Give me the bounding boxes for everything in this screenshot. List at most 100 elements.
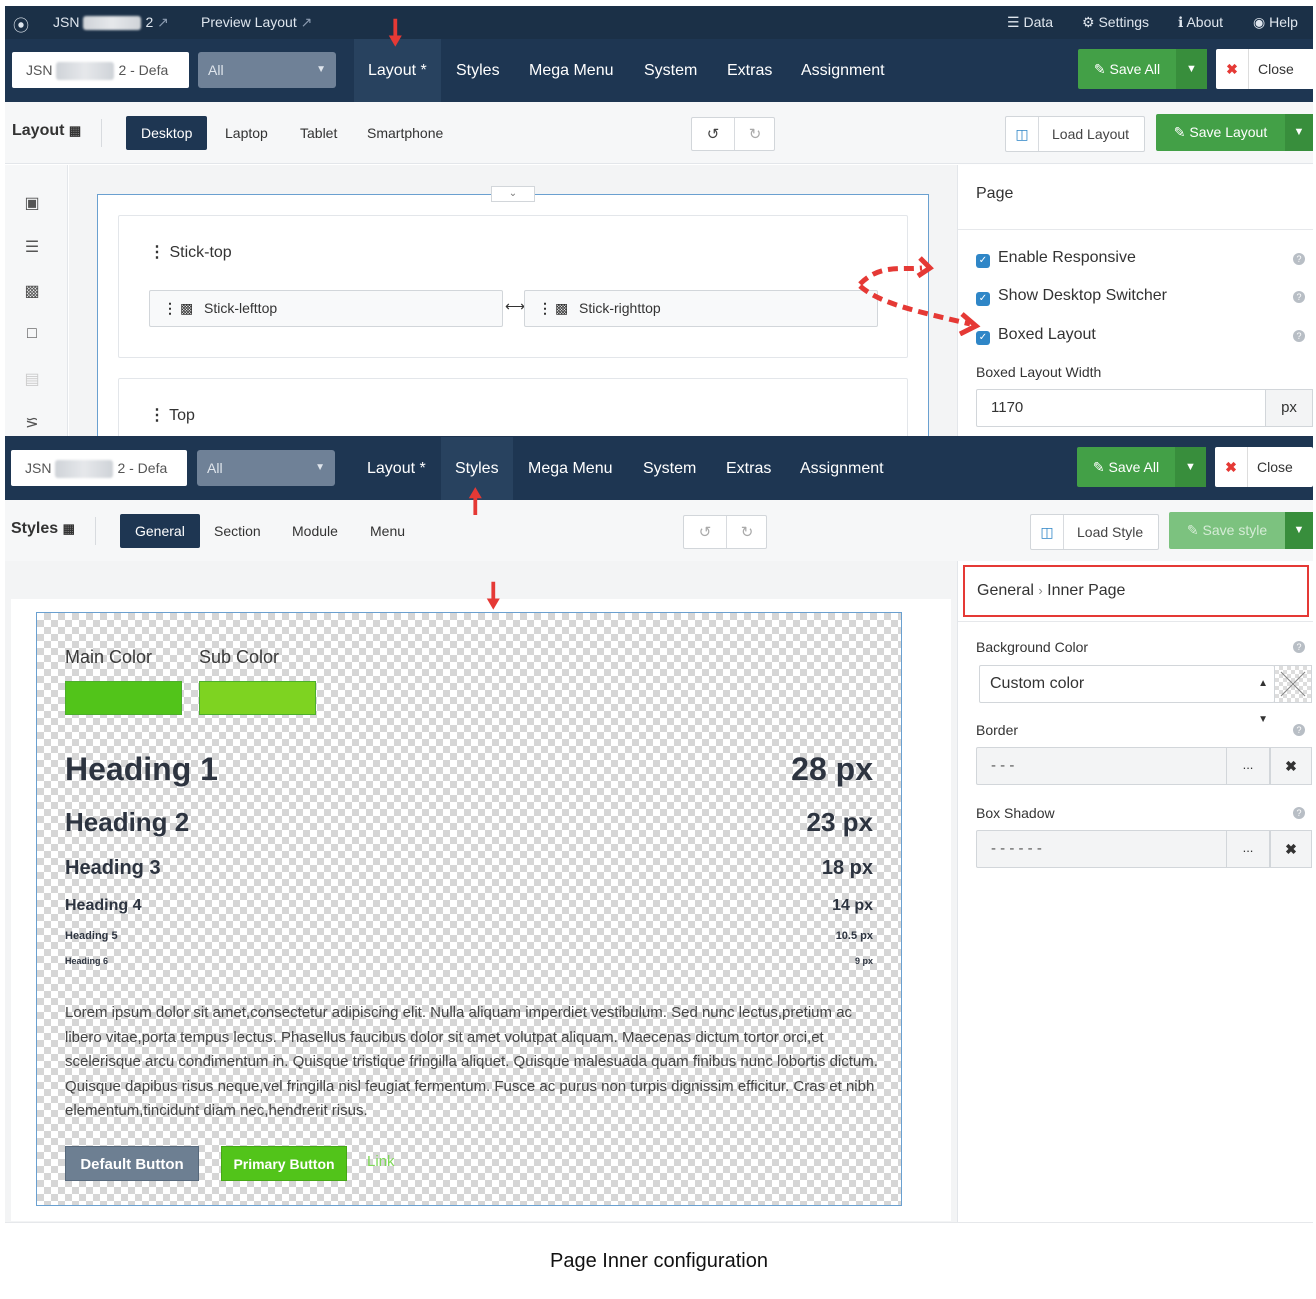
tab-mega-menu[interactable]: Mega Menu — [515, 39, 628, 102]
about-label: About — [1186, 14, 1224, 30]
device-laptop[interactable]: Laptop — [210, 116, 283, 150]
share-icon[interactable]: ⪞ — [21, 413, 43, 433]
border-input[interactable]: - - -... ✖ — [976, 747, 1312, 785]
template-selector[interactable]: JSN 2 - Defa — [11, 450, 187, 486]
filter-select[interactable]: All ▼ — [198, 52, 336, 88]
settings-link[interactable]: ⚙ Settings — [1082, 14, 1149, 31]
tab-extras[interactable]: Extras — [712, 437, 785, 500]
tab-layout[interactable]: Layout * — [353, 437, 440, 500]
style-tab-general[interactable]: General — [120, 514, 200, 548]
tab-mega-menu[interactable]: Mega Menu — [514, 437, 627, 500]
help-link[interactable]: ◉ Help — [1253, 14, 1298, 31]
breadcrumb-root[interactable]: General — [977, 582, 1034, 599]
primary-button-sample[interactable]: Primary Button — [221, 1146, 347, 1181]
preview-inner-page[interactable]: Main Color Sub Color Heading 1 28 px Hea… — [36, 612, 902, 1206]
module-icon[interactable]: ▩ — [21, 281, 43, 301]
caret-down-icon[interactable]: ▼ — [1175, 447, 1206, 487]
drag-handle-icon[interactable]: ⋮ — [538, 291, 552, 326]
box-shadow-clear-button[interactable]: ✖ — [1270, 830, 1312, 868]
device-tablet[interactable]: Tablet — [285, 116, 352, 150]
device-desktop[interactable]: Desktop — [126, 116, 208, 150]
column-stick-lefttop[interactable]: ⋮ ▩ Stick-lefttop — [149, 290, 503, 327]
redo-icon[interactable]: ↻ — [726, 523, 768, 541]
resize-handle-icon[interactable]: ⟷ — [505, 298, 525, 315]
preview-layout-link[interactable]: Preview Layout ↗ — [201, 14, 312, 31]
template-selector[interactable]: JSN 2 - Defa — [12, 52, 189, 88]
data-link[interactable]: ☰ Data — [1007, 14, 1053, 31]
close-button[interactable]: ✖ Close — [1215, 447, 1313, 487]
document-icon[interactable]: ▤ — [21, 369, 43, 389]
enable-responsive-checkbox[interactable]: ✓ Enable Responsive — [976, 249, 1136, 268]
device-smartphone[interactable]: Smartphone — [352, 116, 458, 150]
template-suffix: 2 — [145, 14, 154, 30]
template-name: JSN — [26, 62, 53, 78]
sub-color-swatch[interactable] — [199, 681, 316, 715]
tab-extras[interactable]: Extras — [713, 39, 786, 102]
redo-icon[interactable]: ↻ — [734, 125, 776, 143]
help-icon[interactable]: ? — [1293, 291, 1305, 303]
style-tab-section[interactable]: Section — [199, 514, 276, 548]
show-switcher-checkbox[interactable]: ✓ Show Desktop Switcher — [976, 287, 1167, 306]
help-icon[interactable]: ? — [1293, 724, 1305, 736]
column-label: Stick-righttop — [579, 300, 661, 316]
chevron-down-icon[interactable]: ⌄ — [491, 186, 535, 202]
sample-paragraph: Lorem ipsum dolor sit amet,consectetur a… — [65, 1004, 878, 1119]
border-edit-button[interactable]: ... — [1226, 747, 1270, 785]
joomla-logo-icon[interactable]: ⦿ — [13, 12, 29, 36]
help-icon[interactable]: ? — [1293, 807, 1305, 819]
tab-system[interactable]: System — [629, 437, 710, 500]
row-top[interactable]: ⋮ Top — [118, 378, 908, 436]
template-link[interactable]: JSN 2 ↗ — [53, 14, 169, 31]
style-tab-module[interactable]: Module — [277, 514, 353, 548]
save-all-button[interactable]: ✎ Save All ▼ — [1077, 447, 1206, 487]
undo-icon[interactable]: ↺ — [692, 125, 734, 143]
save-all-label: ✎ Save All — [1093, 61, 1161, 77]
load-style-button[interactable]: ◫ Load Style — [1030, 514, 1159, 550]
breadcrumb-current: Inner Page — [1047, 582, 1126, 599]
divider — [95, 517, 96, 545]
drag-handle-icon[interactable]: ⋮ — [163, 291, 177, 326]
drag-handle-icon[interactable]: ⋮ — [149, 244, 165, 261]
tab-system[interactable]: System — [630, 39, 711, 102]
load-layout-button[interactable]: ◫ Load Layout — [1005, 116, 1145, 152]
main-color-swatch[interactable] — [65, 681, 182, 715]
menu-icon[interactable]: ☰ — [21, 237, 43, 257]
layout-title: Layout ▦ — [12, 122, 81, 140]
file-icon[interactable]: □ — [21, 325, 43, 343]
heading-2-size: 23 px — [806, 807, 874, 837]
close-button[interactable]: ✖ Close — [1216, 49, 1313, 89]
box-shadow-edit-button[interactable]: ... — [1226, 830, 1270, 868]
row-stick-top[interactable]: ⋮ Stick-top ⋮ ▩ Stick-lefttop ⟷ ⋮ ▩ Stick-ri… — [118, 215, 908, 358]
filter-select[interactable]: All ▼ — [197, 450, 335, 486]
save-layout-button[interactable]: ✎ Save Layout ▼ — [1156, 114, 1313, 151]
background-color-select[interactable]: Custom color ▲ ▼ — [979, 665, 1275, 725]
style-settings-panel: General › Inner Page Background Color ? … — [957, 561, 1313, 1222]
caret-down-icon[interactable]: ▼ — [1176, 49, 1207, 89]
boxed-layout-checkbox[interactable]: ✓ Boxed Layout — [976, 326, 1096, 345]
boxed-width-input[interactable]: 1170 px — [976, 389, 1313, 427]
save-all-button[interactable]: ✎ Save All ▼ — [1078, 49, 1207, 89]
default-button-sample[interactable]: Default Button — [65, 1146, 199, 1181]
border-clear-button[interactable]: ✖ — [1270, 747, 1312, 785]
tab-styles[interactable]: Styles — [442, 39, 514, 102]
color-picker-swatch[interactable] — [1274, 665, 1312, 703]
caret-down-icon[interactable]: ▼ — [1285, 114, 1313, 151]
caret-down-icon[interactable]: ▼ — [1285, 512, 1313, 549]
drag-handle-icon[interactable]: ⋮ — [149, 407, 165, 424]
undo-icon[interactable]: ↺ — [684, 523, 726, 541]
link-sample[interactable]: Link — [367, 1153, 395, 1170]
redacted-name — [56, 62, 115, 81]
help-icon[interactable]: ? — [1293, 641, 1305, 653]
tab-assignment[interactable]: Assignment — [787, 39, 899, 102]
save-style-button[interactable]: ✎ Save style ▼ — [1169, 512, 1313, 549]
column-stick-righttop[interactable]: ⋮ ▩ Stick-righttop — [524, 290, 878, 327]
tab-assignment[interactable]: Assignment — [786, 437, 898, 500]
box-shadow-input[interactable]: - - - - - -... ✖ — [976, 830, 1312, 868]
style-tab-menu[interactable]: Menu — [355, 514, 420, 548]
help-icon[interactable]: ? — [1293, 253, 1305, 265]
image-icon[interactable]: ▣ — [21, 193, 43, 213]
help-icon[interactable]: ? — [1293, 330, 1305, 342]
history-controls: ↺ ↻ — [683, 515, 767, 549]
boxed-width-label: Boxed Layout Width — [976, 364, 1102, 380]
about-link[interactable]: ℹ About — [1178, 14, 1223, 31]
